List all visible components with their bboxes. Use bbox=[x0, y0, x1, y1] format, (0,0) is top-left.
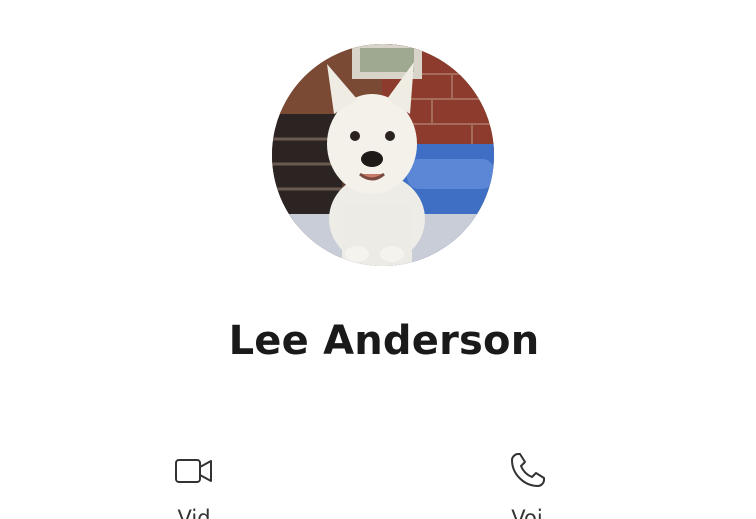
voice-call-button[interactable]: Voi bbox=[467, 450, 587, 519]
contact-name: Lee Anderson bbox=[228, 318, 540, 364]
contact-profile-panel: Lee Anderson Vid Voi bbox=[0, 0, 756, 519]
voice-call-label: Voi bbox=[511, 506, 543, 519]
video-call-label: Vid bbox=[177, 506, 211, 519]
avatar-photo bbox=[272, 44, 494, 266]
phone-icon bbox=[511, 453, 545, 487]
video-camera-icon bbox=[175, 459, 212, 483]
video-call-button[interactable]: Vid bbox=[134, 450, 254, 519]
profile-avatar[interactable] bbox=[272, 44, 494, 266]
